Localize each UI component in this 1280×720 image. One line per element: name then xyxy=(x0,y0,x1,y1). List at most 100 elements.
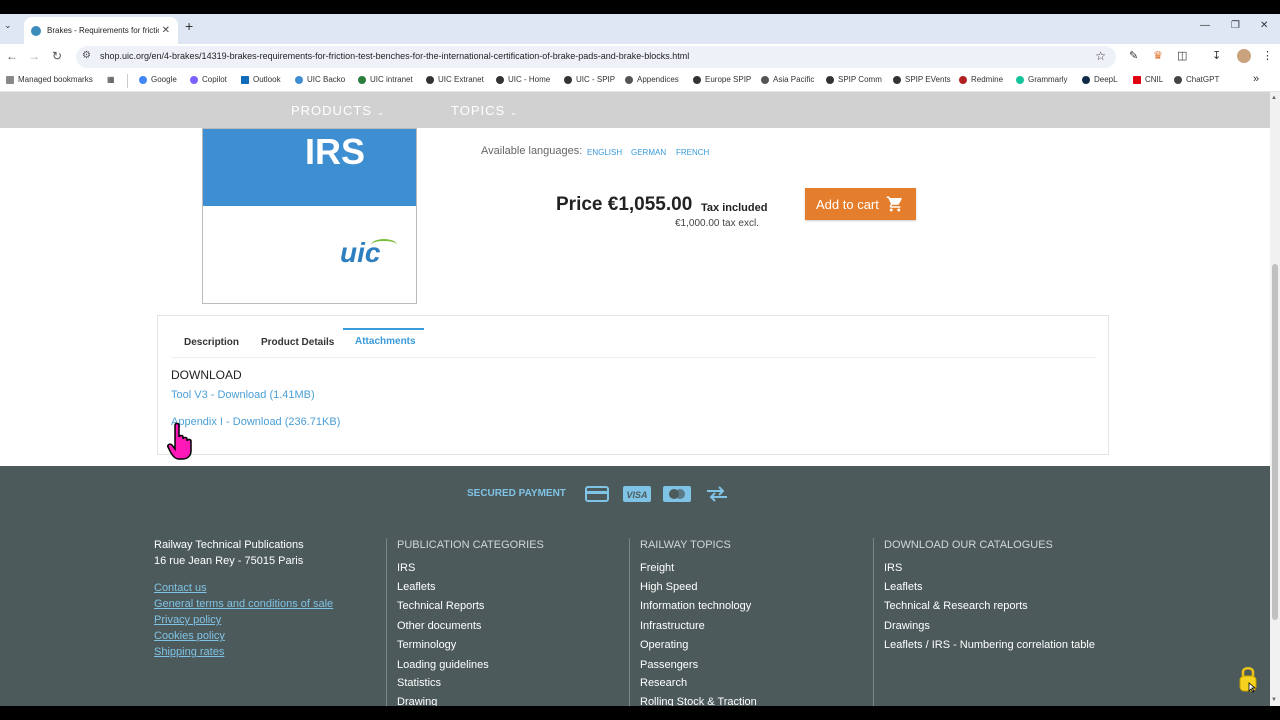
bookmark-item[interactable]: Managed bookmarks xyxy=(6,75,93,84)
product-cover-image[interactable]: IRS uic xyxy=(202,128,417,304)
extensions-puzzle-icon[interactable]: ◫ xyxy=(1177,49,1187,62)
globe-icon xyxy=(693,75,701,84)
footer-item[interactable]: Leaflets / IRS - Numbering correlation t… xyxy=(884,639,1095,651)
footer-item[interactable]: Infrastructure xyxy=(640,620,705,632)
bookmark-star-icon[interactable]: ☆ xyxy=(1095,49,1106,63)
footer-item[interactable]: Rolling Stock & Traction xyxy=(640,696,757,706)
new-tab-button[interactable]: + xyxy=(185,18,193,34)
footer-item[interactable]: Technical Reports xyxy=(397,600,484,612)
bookmark-item[interactable]: Google xyxy=(139,75,177,84)
footer-col-title: RAILWAY TOPICS xyxy=(640,539,731,551)
menu-kebab-icon[interactable]: ⋮ xyxy=(1262,49,1273,62)
bookmark-item[interactable]: Asia Pacific xyxy=(761,75,814,84)
footer-item[interactable]: Terminology xyxy=(397,639,456,651)
tab-description[interactable]: Description xyxy=(184,337,239,348)
footer-item[interactable]: Leaflets xyxy=(884,581,923,593)
footer-link-shipping[interactable]: Shipping rates xyxy=(154,646,224,658)
footer-item[interactable]: Technical & Research reports xyxy=(884,600,1028,612)
google-icon xyxy=(139,75,147,84)
footer-item[interactable]: IRS xyxy=(884,562,902,574)
bookmark-item[interactable]: Copilot xyxy=(190,75,227,84)
footer-link-terms[interactable]: General terms and conditions of sale xyxy=(154,598,333,610)
address-bar[interactable]: ⚙ shop.uic.org/en/4-brakes/14319-brakes-… xyxy=(76,46,1116,68)
restore-icon[interactable]: ❐ xyxy=(1231,20,1240,31)
nav-topics[interactable]: TOPICS ⌄ xyxy=(451,103,518,118)
bookmark-item[interactable]: UIC Extranet xyxy=(426,75,484,84)
bookmark-item[interactable]: Appendices xyxy=(625,75,679,84)
footer-link-contact[interactable]: Contact us xyxy=(154,582,207,594)
chevron-down-icon: ⌄ xyxy=(509,107,519,117)
pen-extension-icon[interactable]: ✎ xyxy=(1129,49,1138,62)
add-to-cart-button[interactable]: Add to cart xyxy=(805,188,916,220)
page-scrollbar[interactable]: ▲ ▼ xyxy=(1270,92,1280,706)
footer-item[interactable]: Statistics xyxy=(397,677,441,689)
site-favicon-icon xyxy=(31,25,41,36)
browser-tab-active[interactable]: Brakes - Requirements for friction ✕ xyxy=(24,17,178,44)
browser-toolbar: ← → ↻ ⚙ shop.uic.org/en/4-brakes/14319-b… xyxy=(0,44,1280,70)
footer-item[interactable]: Other documents xyxy=(397,620,481,632)
language-link[interactable]: FRENCH xyxy=(676,148,709,157)
footer-item[interactable]: Drawing xyxy=(397,696,437,706)
profile-avatar[interactable] xyxy=(1237,49,1251,63)
bookmark-item[interactable]: Outlook xyxy=(241,75,281,84)
bookmark-item[interactable]: UIC intranet xyxy=(358,75,413,84)
extension-icon[interactable]: ♛ xyxy=(1153,49,1163,62)
tab-product-details[interactable]: Product Details xyxy=(261,337,334,348)
lock-icon[interactable] xyxy=(1238,665,1258,693)
language-link[interactable]: ENGLISH xyxy=(587,148,622,157)
bookmarks-bar: Managed bookmarks ▦ Google Copilot Outlo… xyxy=(0,70,1280,92)
bookmark-item[interactable]: CNIL xyxy=(1133,75,1163,84)
scrollbar-thumb[interactable] xyxy=(1272,264,1278,620)
footer-item[interactable]: Drawings xyxy=(884,620,930,632)
scroll-down-icon[interactable]: ▼ xyxy=(1271,697,1277,703)
redmine-icon xyxy=(959,75,967,84)
footer-item[interactable]: IRS xyxy=(397,562,415,574)
bookmark-item[interactable]: UIC - SPIP xyxy=(564,75,615,84)
footer-item[interactable]: Passengers xyxy=(640,659,698,671)
bookmark-item[interactable]: ChatGPT xyxy=(1174,75,1219,84)
uic-icon xyxy=(295,75,303,84)
tab-title: Brakes - Requirements for friction xyxy=(47,26,159,35)
footer-item[interactable]: Research xyxy=(640,677,687,689)
bookmarks-overflow-icon[interactable]: » xyxy=(1253,73,1259,85)
attachment-link-appendix-i[interactable]: Appendix I - Download (236.71KB) xyxy=(171,416,340,428)
tab-search-icon[interactable]: ⌄ xyxy=(4,20,12,31)
browser-window: ⌄ Brakes - Requirements for friction ✕ +… xyxy=(0,0,1280,720)
bookmark-item[interactable]: Europe SPIP xyxy=(693,75,751,84)
reload-icon[interactable]: ↻ xyxy=(52,49,62,63)
footer-link-privacy[interactable]: Privacy policy xyxy=(154,614,221,626)
close-window-icon[interactable]: ✕ xyxy=(1260,20,1268,31)
footer-item[interactable]: High Speed xyxy=(640,581,698,593)
tax-included-label: Tax included xyxy=(701,202,768,214)
tab-close-icon[interactable]: ✕ xyxy=(162,25,170,36)
bookmark-item[interactable]: Redmine xyxy=(959,75,1003,84)
footer-link-cookies[interactable]: Cookies policy xyxy=(154,630,225,642)
footer-item[interactable]: Information technology xyxy=(640,600,751,612)
bookmark-item[interactable]: DeepL xyxy=(1082,75,1118,84)
bookmark-item[interactable]: UIC Backo xyxy=(295,75,345,84)
bookmark-item[interactable]: UIC - Home xyxy=(496,75,550,84)
tab-attachments[interactable]: Attachments xyxy=(355,336,416,347)
footer-item[interactable]: Operating xyxy=(640,639,688,651)
bookmark-item[interactable]: SPIP Comm xyxy=(826,75,882,84)
footer-item[interactable]: Leaflets xyxy=(397,581,436,593)
bookmark-item[interactable]: SPIP EVents xyxy=(893,75,951,84)
bookmark-item[interactable]: Grammarly xyxy=(1016,75,1068,84)
nav-products[interactable]: PRODUCTS ⌄ xyxy=(291,103,385,118)
footer-item[interactable]: Loading guidelines xyxy=(397,659,489,671)
languages-label: Available languages: xyxy=(481,145,583,157)
cover-title: IRS xyxy=(305,131,366,172)
minimize-icon[interactable]: — xyxy=(1200,20,1210,31)
site-info-icon[interactable]: ⚙ xyxy=(82,50,91,61)
globe-icon xyxy=(893,75,901,84)
apps-grid-icon[interactable]: ▦ xyxy=(107,75,115,84)
download-icon[interactable]: ↧ xyxy=(1212,49,1221,62)
forward-icon[interactable]: → xyxy=(28,49,40,63)
language-link[interactable]: GERMAN xyxy=(631,148,666,157)
footer-item[interactable]: Freight xyxy=(640,562,674,574)
attachment-link-tool-v3[interactable]: Tool V3 - Download (1.41MB) xyxy=(171,389,315,401)
site-footer: SECURED PAYMENT VISA Railway Technical P… xyxy=(0,466,1270,706)
back-icon[interactable]: ← xyxy=(6,49,18,63)
scroll-up-icon[interactable]: ▲ xyxy=(1271,95,1277,101)
top-black-bar xyxy=(0,0,1280,14)
